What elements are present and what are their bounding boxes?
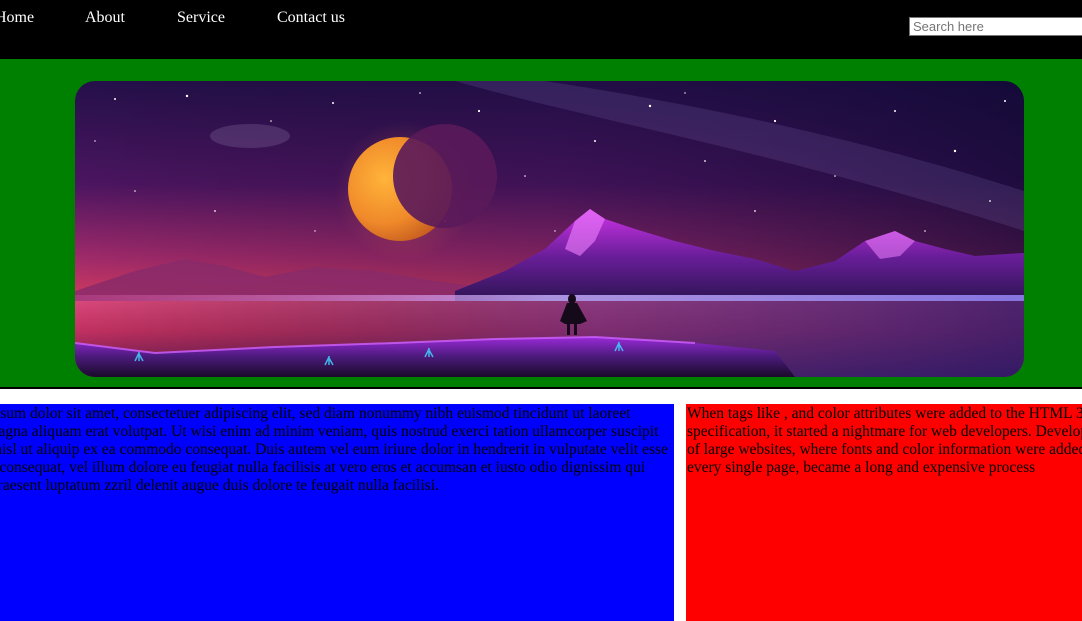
nav-link-about[interactable]: About xyxy=(85,9,125,27)
hero-banner xyxy=(0,59,1082,387)
search-input[interactable] xyxy=(909,17,1082,36)
right-column-text: When tags like , and color attributes we… xyxy=(687,405,1082,476)
hero-image xyxy=(75,81,1024,377)
nav-link-contact[interactable]: Contact us xyxy=(277,9,345,27)
hero-divider xyxy=(0,387,1082,389)
right-content-column: When tags like , and color attributes we… xyxy=(686,404,1082,621)
nav-link-home[interactable]: Home xyxy=(0,9,34,27)
left-content-column: Lorem ipsum dolor sit amet, consectetuer… xyxy=(0,404,674,621)
page: Home About Service Contact us Search her… xyxy=(0,0,1082,621)
top-navbar: Home About Service Contact us xyxy=(0,0,1082,59)
landscape-illustration xyxy=(75,81,1024,377)
left-column-text: Lorem ipsum dolor sit amet, consectetuer… xyxy=(0,405,668,494)
nav-link-service[interactable]: Service xyxy=(177,9,225,27)
